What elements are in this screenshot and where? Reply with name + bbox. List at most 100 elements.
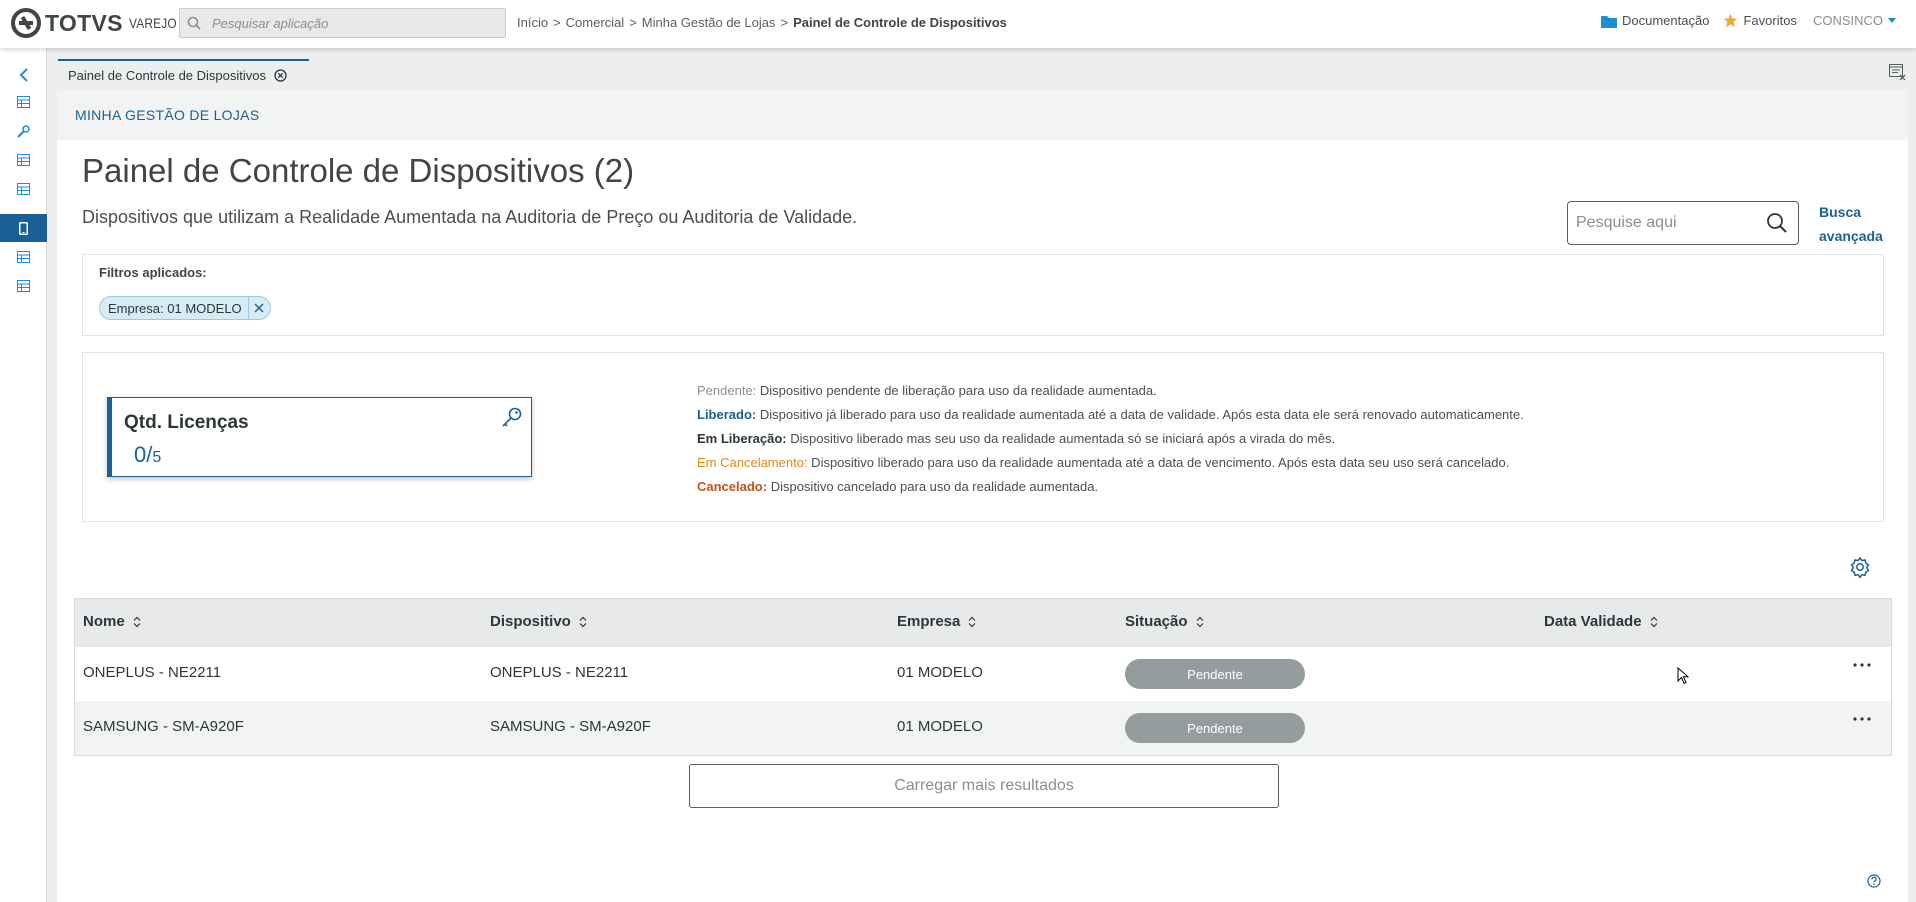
legend-term: Liberado: — [697, 407, 757, 422]
column-label: Nome — [83, 613, 125, 630]
page-search[interactable] — [1567, 201, 1799, 245]
folder-icon — [1601, 14, 1622, 28]
licenses-value: 0/5 — [134, 442, 161, 468]
close-tab-icon[interactable] — [274, 69, 287, 82]
totvs-logo[interactable]: TOTVS VAREJO — [11, 8, 185, 38]
sidebar-item-4[interactable] — [0, 175, 47, 203]
table-row[interactable]: SAMSUNG - SM-A920F SAMSUNG - SM-A920F 01… — [75, 701, 1891, 755]
licenses-widget[interactable]: Qtd. Licenças 0/5 — [107, 397, 532, 477]
sidebar-item-3[interactable] — [0, 146, 47, 174]
filters-label: Filtros aplicados: — [99, 265, 207, 280]
app-search[interactable] — [179, 8, 506, 38]
column-header-dispositivo[interactable]: Dispositivo — [490, 613, 587, 630]
sort-icon — [125, 616, 141, 628]
breadcrumb-separator: > — [629, 15, 637, 30]
help-icon[interactable] — [1867, 874, 1881, 888]
status-badge: Pendente — [1125, 713, 1305, 743]
legend-item-em-liberacao: Em Liberação: Dispositivo liberado mas s… — [697, 427, 1524, 451]
breadcrumb-item-inicio[interactable]: Início — [517, 15, 548, 30]
documentation-label: Documentação — [1622, 13, 1710, 28]
documentation-link[interactable]: Documentação — [1601, 13, 1709, 28]
mobile-icon — [19, 221, 28, 235]
search-icon — [182, 11, 206, 35]
legend-term: Pendente: — [697, 383, 757, 398]
column-header-empresa[interactable]: Empresa — [897, 613, 976, 630]
legend-text: Dispositivo liberado para uso da realida… — [807, 455, 1510, 470]
cell-empresa: 01 MODELO — [897, 664, 983, 681]
column-header-nome[interactable]: Nome — [83, 613, 141, 630]
sort-icon — [1642, 616, 1658, 628]
brand-sub: VAREJO — [128, 15, 177, 31]
close-all-tabs-button[interactable] — [1889, 64, 1906, 80]
legend-item-cancelado: Cancelado: Dispositivo cancelado para us… — [697, 475, 1524, 499]
legend-text: Dispositivo pendente de liberação para u… — [756, 383, 1157, 398]
row-actions-more-icon[interactable] — [1853, 663, 1871, 667]
breadcrumb-item-minha-gestao[interactable]: Minha Gestão de Lojas — [642, 15, 776, 30]
licenses-used: 0/ — [134, 442, 153, 467]
sort-icon — [960, 616, 976, 628]
favorites-link[interactable]: Favoritos — [1723, 13, 1797, 28]
sidebar-item-2[interactable] — [0, 117, 47, 145]
user-name: CONSINCO — [1812, 13, 1883, 28]
legend-text: Dispositivo liberado mas seu uso da real… — [786, 431, 1336, 446]
column-label: Data Validade — [1544, 613, 1642, 630]
caret-down-icon — [1888, 18, 1896, 23]
table-header: Nome Dispositivo Empresa Situação Data V… — [75, 599, 1891, 647]
sidebar-item-devices[interactable] — [0, 214, 47, 242]
top-bar: TOTVS VAREJO Início > Comercial > Minha … — [0, 0, 1916, 48]
table-icon — [17, 96, 30, 108]
breadcrumb-separator: > — [780, 15, 789, 30]
table-icon — [17, 280, 30, 292]
column-label: Situação — [1125, 613, 1188, 630]
page-subtitle: Dispositivos que utilizam a Realidade Au… — [82, 207, 858, 227]
table-settings-gear-icon[interactable] — [1849, 556, 1871, 578]
tab-painel-controle[interactable]: Painel de Controle de Dispositivos — [58, 59, 309, 90]
legend-text: Dispositivo já liberado para uso da real… — [756, 407, 1524, 422]
user-menu[interactable]: CONSINCO — [1813, 13, 1896, 28]
row-actions-more-icon[interactable] — [1853, 717, 1871, 721]
cell-dispositivo: ONEPLUS - NE2211 — [490, 664, 629, 681]
applied-filters: Filtros aplicados: Empresa: 01 MODELO — [82, 254, 1884, 336]
legend-item-em-cancelamento: Em Cancelamento: Dispositivo liberado pa… — [697, 451, 1524, 475]
table-row[interactable]: ONEPLUS - NE2211 ONEPLUS - NE2211 01 MOD… — [75, 647, 1891, 701]
sidebar-item-6[interactable] — [0, 243, 47, 271]
sidebar-collapse-button[interactable] — [0, 61, 47, 89]
remove-filter-button[interactable] — [247, 297, 270, 319]
top-links: Documentação Favoritos CONSINCO — [1587, 13, 1896, 28]
sidebar-item-1[interactable] — [0, 88, 47, 116]
star-icon — [1723, 13, 1743, 28]
cell-dispositivo: SAMSUNG - SM-A920F — [490, 718, 651, 735]
key-icon[interactable] — [501, 406, 523, 428]
column-label: Dispositivo — [490, 613, 571, 630]
app-search-input[interactable] — [212, 9, 502, 37]
sidebar-item-7[interactable] — [0, 272, 47, 300]
breadcrumb: Início > Comercial > Minha Gestão de Loj… — [517, 15, 1007, 30]
column-header-situacao[interactable]: Situação — [1125, 613, 1204, 630]
column-header-data-validade[interactable]: Data Validade — [1544, 613, 1658, 630]
search-icon[interactable] — [1766, 212, 1788, 234]
table-icon — [17, 154, 30, 166]
breadcrumb-item-comercial[interactable]: Comercial — [566, 15, 625, 30]
devices-table: Nome Dispositivo Empresa Situação Data V… — [74, 598, 1892, 756]
legend-item-liberado: Liberado: Dispositivo já liberado para u… — [697, 403, 1524, 427]
close-icon — [254, 303, 264, 313]
cell-nome: SAMSUNG - SM-A920F — [83, 718, 244, 735]
table-icon — [17, 251, 30, 263]
wrench-icon — [17, 124, 30, 138]
advanced-search-link[interactable]: Busca avançada — [1819, 200, 1883, 248]
legend-term: Cancelado: — [697, 479, 768, 494]
cell-empresa: 01 MODELO — [897, 718, 983, 735]
advanced-search-line2: avançada — [1819, 228, 1883, 244]
filter-chip-label: Empresa: 01 MODELO — [108, 300, 242, 316]
chevron-left-icon — [18, 68, 30, 82]
breadcrumb-item-current: Painel de Controle de Dispositivos — [793, 15, 1007, 30]
tab-label: Painel de Controle de Dispositivos — [68, 68, 266, 83]
advanced-search-line1: Busca — [1819, 204, 1862, 220]
sidebar — [0, 48, 47, 902]
load-more-button[interactable]: Carregar mais resultados — [689, 764, 1279, 808]
licenses-title: Qtd. Licenças — [124, 412, 249, 433]
table-icon — [17, 183, 30, 195]
favorites-label: Favoritos — [1743, 13, 1797, 28]
legend-term: Em Liberação: — [697, 431, 787, 446]
page-search-input[interactable] — [1576, 202, 1756, 244]
